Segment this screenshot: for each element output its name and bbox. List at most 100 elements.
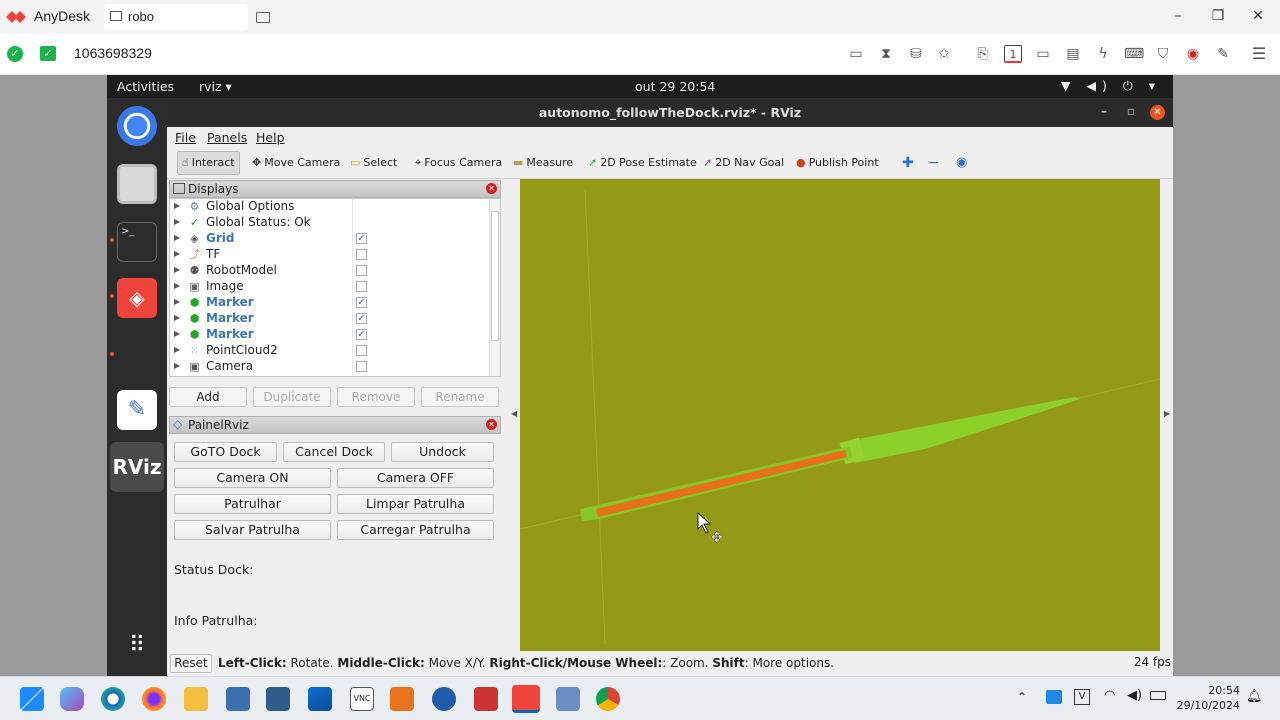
enable-checkbox[interactable]: ✓ (356, 233, 367, 244)
3d-viewport[interactable]: ✥ (520, 179, 1160, 651)
tool-interact[interactable]: ☝ Interact (177, 151, 240, 175)
close-panel-icon[interactable]: ✕ (486, 419, 497, 430)
expand-arrow-icon[interactable]: ▶ (174, 233, 180, 242)
chrome-icon[interactable] (596, 687, 620, 711)
files-dock-icon[interactable] (117, 164, 157, 204)
expand-arrow-icon[interactable]: ▶ (174, 345, 180, 354)
add-tool-icon[interactable]: ✚ (898, 151, 918, 175)
views-eye-icon[interactable]: ◉ (952, 151, 971, 175)
tool-publish-point[interactable]: ● Publish Point (792, 151, 883, 175)
minimize-button[interactable]: – (1168, 8, 1188, 24)
record-icon[interactable]: ◉ (1184, 45, 1202, 63)
remove-display-button[interactable]: Remove (337, 387, 415, 407)
enable-checkbox[interactable]: ✓ (356, 313, 367, 324)
menu-panels[interactable]: Panels (207, 130, 247, 145)
display-icon[interactable]: ▭ (1034, 45, 1052, 63)
tool-measure[interactable]: ▬ Measure (509, 151, 577, 175)
rviz-minimize-button[interactable]: – (1101, 104, 1107, 118)
enable-checkbox[interactable]: ✓ (356, 297, 367, 308)
edge-icon[interactable] (101, 687, 125, 711)
rviz-dock-icon[interactable]: RViz (110, 442, 164, 492)
file-icon[interactable]: ⎘ (974, 45, 992, 63)
remove-tool-icon[interactable]: − (924, 151, 944, 175)
text-editor-dock-icon[interactable]: ✎ (117, 390, 157, 430)
enable-checkbox[interactable]: ✓ (356, 329, 367, 340)
enable-checkbox[interactable] (356, 361, 367, 372)
limpar-patrulha-button[interactable]: Limpar Patrulha (337, 494, 494, 514)
anydesk-taskbar-icon[interactable] (512, 685, 540, 713)
salvar-patrulha-button[interactable]: Salvar Patrulha (174, 520, 331, 540)
duplicate-display-button[interactable]: Duplicate (253, 387, 331, 407)
tree-row-camera[interactable]: ▶ ▣ Camera (170, 359, 490, 375)
expand-arrow-icon[interactable]: ▶ (174, 249, 180, 258)
patrulhar-button[interactable]: Patrulhar (174, 494, 331, 514)
notification-bell-icon[interactable]: 🔔︎ (1246, 689, 1263, 704)
tool-2d-nav-goal[interactable]: ➚ 2D Nav Goal (699, 151, 788, 175)
tree-row-grid[interactable]: ▶ ◈ Grid ✓ (170, 231, 490, 247)
tray-app-icon[interactable] (1046, 690, 1062, 704)
action-icon[interactable]: ϟ (1094, 45, 1112, 63)
camera-off-button[interactable]: Camera OFF (337, 468, 494, 488)
remote-address-id[interactable]: 1063698329 (74, 45, 152, 61)
ubuntu-icon[interactable] (390, 687, 414, 711)
expand-arrow-icon[interactable]: ▶ (174, 329, 180, 338)
expand-arrow-icon[interactable]: ▶ (174, 361, 180, 370)
reset-button[interactable]: Reset (170, 654, 212, 673)
wifi-icon[interactable]: ◠ (1104, 688, 1115, 703)
displays-scrollbar[interactable] (489, 199, 500, 376)
expand-arrow-icon[interactable]: ▶ (174, 313, 180, 322)
expand-arrow-icon[interactable]: ▶ (174, 217, 180, 226)
keyboard-icon[interactable]: ⌨ (1124, 45, 1144, 63)
hourglass-icon[interactable]: ⧗ (877, 45, 895, 63)
tree-row-tf[interactable]: ▶ ⤴ TF (170, 247, 490, 263)
rename-display-button[interactable]: Rename (421, 387, 499, 407)
camera-on-button[interactable]: Camera ON (174, 468, 331, 488)
enable-checkbox[interactable] (356, 249, 367, 260)
app-circle-icon[interactable] (432, 687, 456, 711)
star-icon[interactable]: ✩ (935, 45, 953, 63)
show-apps-icon[interactable]: ⠿ (117, 626, 157, 666)
menu-icon[interactable]: ☰ (1250, 45, 1268, 63)
firefox-icon[interactable] (142, 687, 166, 711)
tool-2d-pose-estimate[interactable]: ➚ 2D Pose Estimate (584, 151, 701, 175)
storage-icon[interactable]: ⛁ (907, 45, 925, 63)
carregar-patrulha-button[interactable]: Carregar Patrulha (337, 520, 494, 540)
enable-checkbox[interactable] (356, 265, 367, 276)
chevron-up-icon[interactable]: ⌃ (1017, 690, 1027, 704)
tool-app-icon[interactable] (266, 687, 290, 711)
collapse-right-arrow-icon[interactable]: ▶ (1164, 409, 1170, 418)
anydesk-dock-icon[interactable]: ◈ (117, 278, 157, 318)
battery-icon[interactable] (1150, 691, 1166, 700)
maximize-button[interactable]: ❐ (1208, 8, 1228, 24)
menu-help[interactable]: Help (256, 130, 285, 145)
enable-checkbox[interactable] (356, 281, 367, 292)
draw-icon[interactable]: ✎ (1214, 45, 1232, 63)
monitor-1-icon[interactable]: 1 (1004, 45, 1022, 63)
enable-checkbox[interactable] (356, 345, 367, 356)
expand-arrow-icon[interactable]: ▶ (174, 201, 180, 210)
terminal-dock-icon[interactable]: >_ (117, 222, 157, 262)
taskbar-clock[interactable]: 20:54 29/10/2024 (1177, 683, 1240, 713)
tool-focus-camera[interactable]: ⌖ Focus Camera (411, 151, 506, 175)
new-tab-icon[interactable] (256, 12, 270, 23)
rviz-close-button[interactable]: ✕ (1150, 105, 1165, 120)
tree-row-image[interactable]: ▶ ▣ Image (170, 279, 490, 295)
volume-icon[interactable]: ◀) (1127, 688, 1142, 703)
rviz-maximize-button[interactable]: ▫ (1127, 104, 1135, 118)
vnc-icon[interactable]: VNC (350, 687, 374, 711)
message-icon[interactable]: ▤ (1064, 45, 1082, 63)
app-menu[interactable]: rviz ▾ (199, 79, 232, 94)
tree-row-global-options[interactable]: ▶ ⚙ Global Options (170, 199, 490, 215)
close-panel-icon[interactable]: ✕ (486, 183, 497, 194)
start-button-icon[interactable] (20, 687, 44, 711)
scrollbar-thumb[interactable] (491, 211, 499, 341)
session-tab[interactable]: robo (104, 4, 248, 30)
file-explorer-icon[interactable] (184, 687, 208, 711)
tray-v-icon[interactable]: V (1074, 689, 1090, 705)
undock-button[interactable]: Undock (391, 442, 494, 462)
expand-arrow-icon[interactable]: ▶ (174, 265, 180, 274)
menu-file[interactable]: File (175, 130, 196, 145)
copilot-icon[interactable] (60, 687, 84, 711)
chromium-dock-icon[interactable] (117, 106, 157, 146)
app-red-icon[interactable] (474, 687, 498, 711)
